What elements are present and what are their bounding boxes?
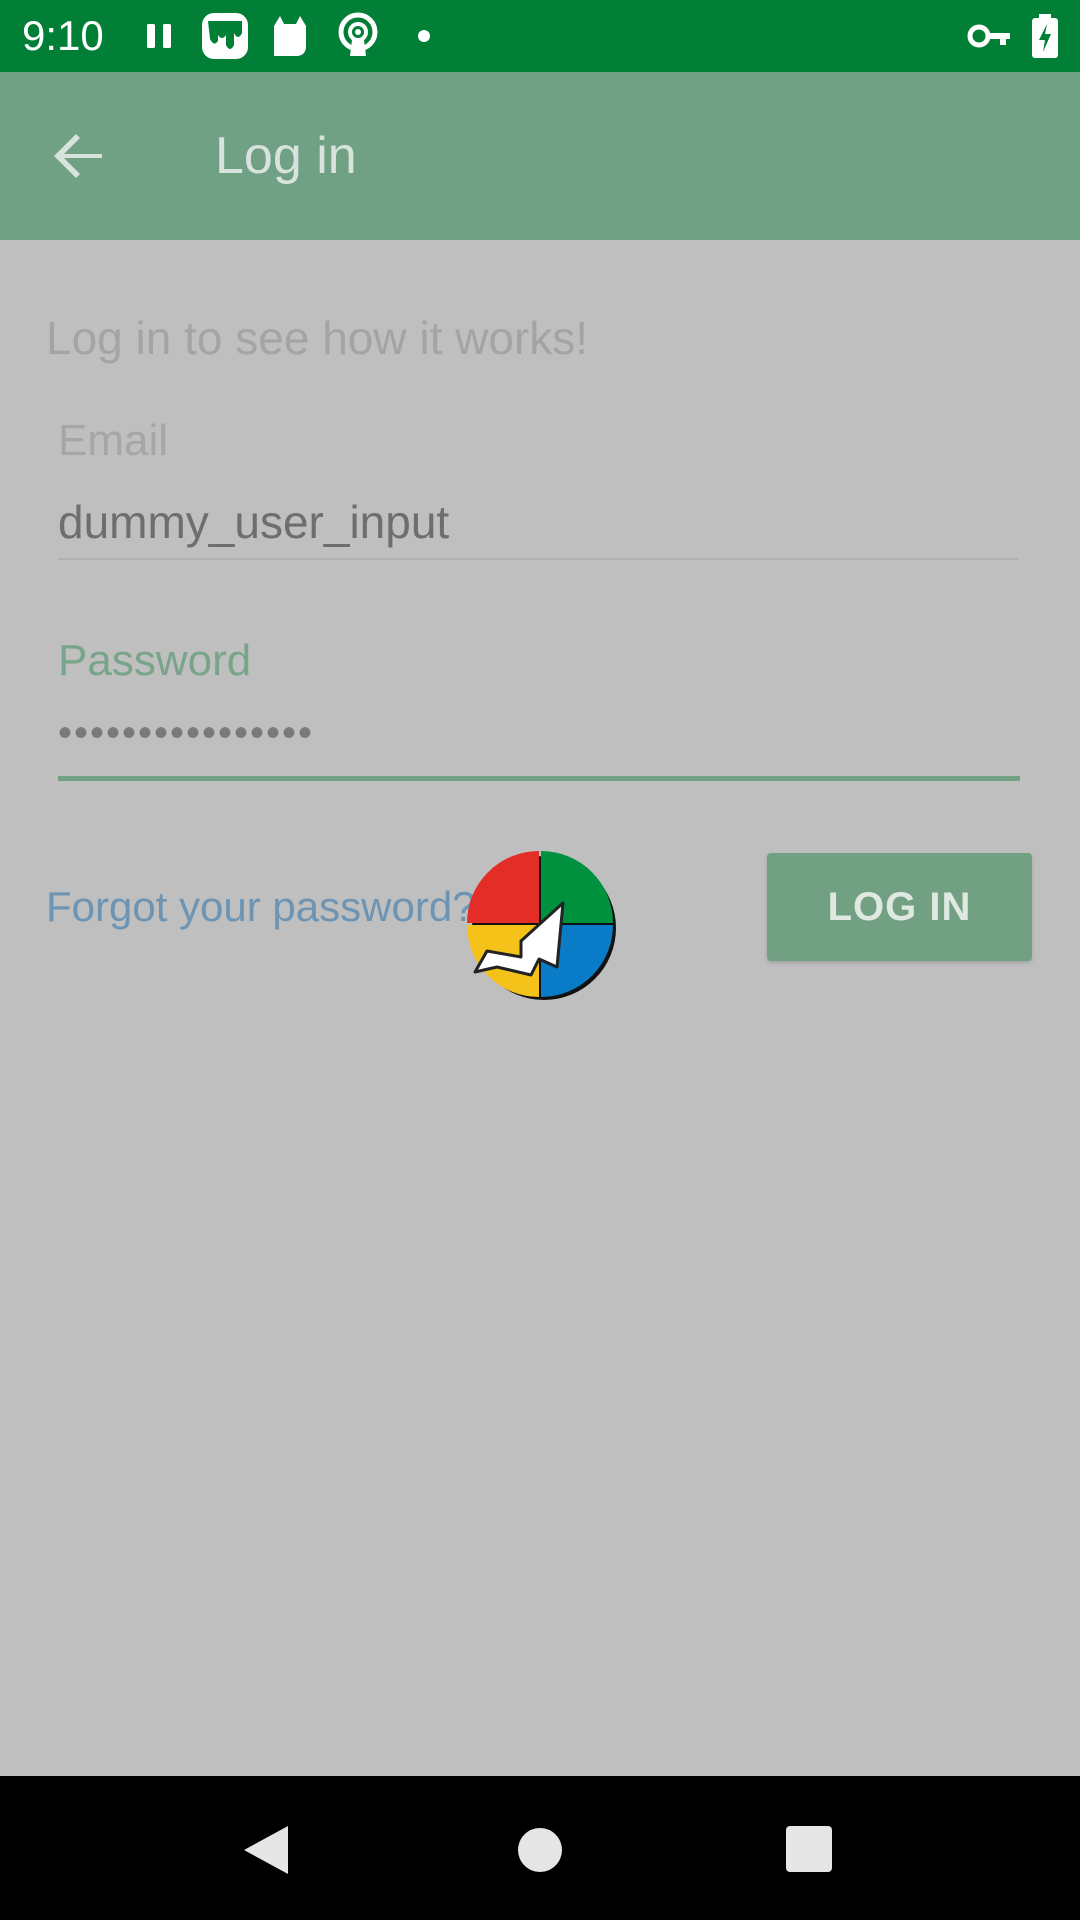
login-screen: 9:10 Log in Log in to see how it works! …: [0, 0, 1080, 1920]
forgot-password-link[interactable]: Forgot your password?: [46, 880, 476, 934]
page-title: Log in: [215, 127, 357, 185]
dot-icon: [418, 30, 430, 42]
app-bar: Log in: [0, 72, 1080, 240]
podcast-icon: [338, 12, 378, 56]
nav-recents-icon[interactable]: [760, 1798, 860, 1898]
password-underline: [58, 776, 1020, 781]
login-form: Log in to see how it works! Email dummy_…: [0, 240, 1080, 1776]
login-button[interactable]: LOG IN: [767, 853, 1032, 961]
navigation-bar: [0, 1776, 1080, 1920]
password-label: Password: [58, 636, 252, 685]
app-drip-icon: [202, 13, 248, 59]
pause-icon: [147, 24, 171, 48]
pie-chart-arrow-logo-icon: [467, 851, 616, 1000]
battery-charging-icon: [1032, 14, 1058, 58]
email-underline: [58, 558, 1018, 560]
nav-home-icon[interactable]: [490, 1798, 590, 1898]
vpn-key-icon: [967, 24, 1010, 48]
password-field[interactable]: ••••••••••••••••: [58, 708, 314, 758]
nav-back-icon[interactable]: [216, 1798, 316, 1898]
status-time: 9:10: [22, 12, 104, 59]
email-label: Email: [58, 416, 169, 465]
email-field[interactable]: dummy_user_input: [58, 494, 449, 550]
status-bar: 9:10: [0, 0, 1080, 72]
intro-text: Log in to see how it works!: [46, 312, 589, 364]
arrow-back-icon[interactable]: [40, 116, 120, 196]
cat-icon: [274, 16, 306, 56]
